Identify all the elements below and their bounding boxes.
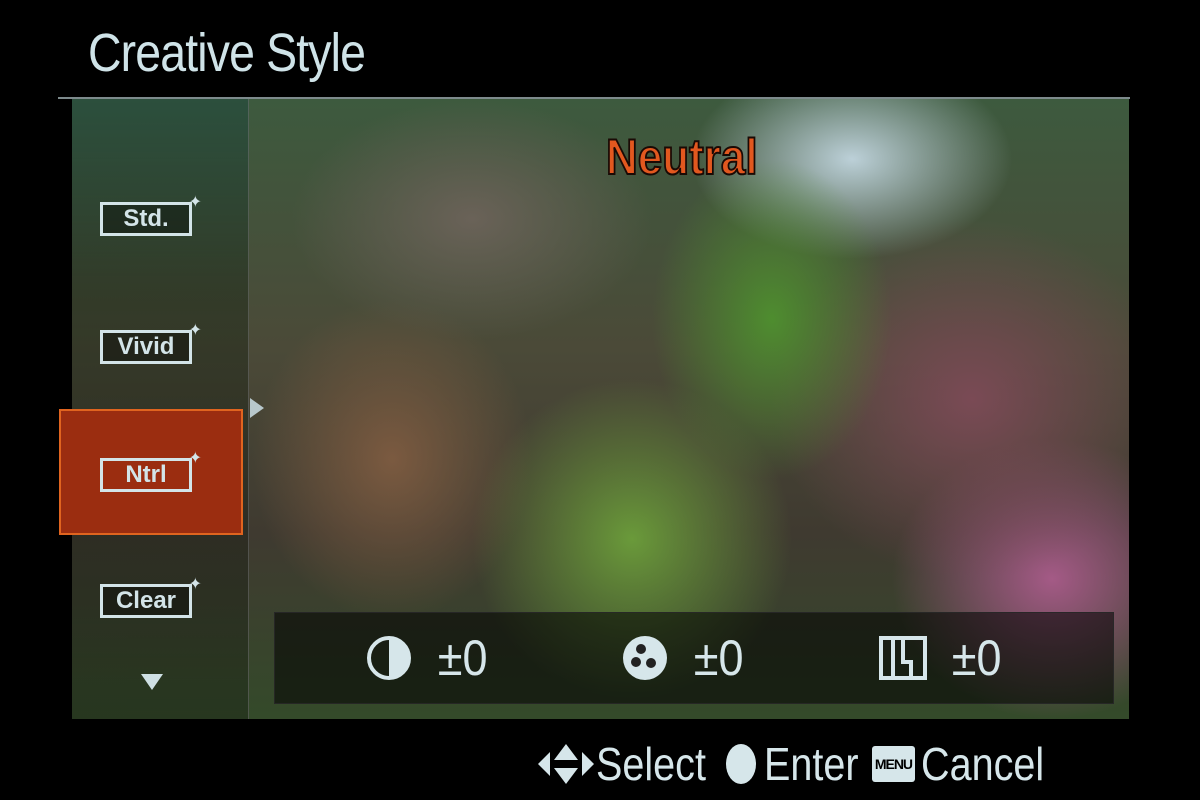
sparkle-icon: ✦ [188,194,202,211]
param-saturation[interactable]: ±0 [621,630,746,686]
selected-style-name: Neutral [605,128,758,186]
saturation-value: ±0 [693,630,744,686]
enter-button-icon [725,744,756,784]
style-label: Clear [100,584,192,618]
style-item-vivid[interactable]: Vivid ✦ [100,322,202,366]
four-way-arrow-icon [538,744,594,784]
contrast-icon [367,636,411,680]
style-label: Ntrl [100,458,192,492]
footer-hints: Select Enter MENU Cancel [536,734,1054,794]
scroll-down-arrow-icon[interactable] [141,674,163,690]
style-item-clear[interactable]: Clear ✦ [100,576,202,620]
param-contrast[interactable]: ±0 [365,630,490,686]
enter-hint: Enter [763,738,859,790]
style-item-standard[interactable]: Std. ✦ [100,194,202,238]
page-title: Creative Style [88,23,366,83]
sparkle-icon: ✦ [188,576,202,593]
style-item-neutral[interactable]: Ntrl ✦ [100,450,202,494]
sharpness-icon [879,636,927,680]
style-label: Std. [100,202,192,236]
contrast-value: ±0 [437,630,488,686]
sparkle-icon: ✦ [188,322,202,339]
saturation-icon [623,636,667,680]
sparkle-icon: ✦ [188,450,202,467]
cancel-hint: Cancel [921,738,1045,790]
select-hint: Select [596,738,706,790]
sharpness-value: ±0 [951,630,1002,686]
style-label: Vivid [100,330,192,364]
menu-button-icon: MENU [871,746,916,782]
param-sharpness[interactable]: ±0 [879,630,1004,686]
parameter-bar: ±0 ±0 ±0 [274,612,1114,704]
expand-arrow-icon[interactable] [250,398,264,418]
